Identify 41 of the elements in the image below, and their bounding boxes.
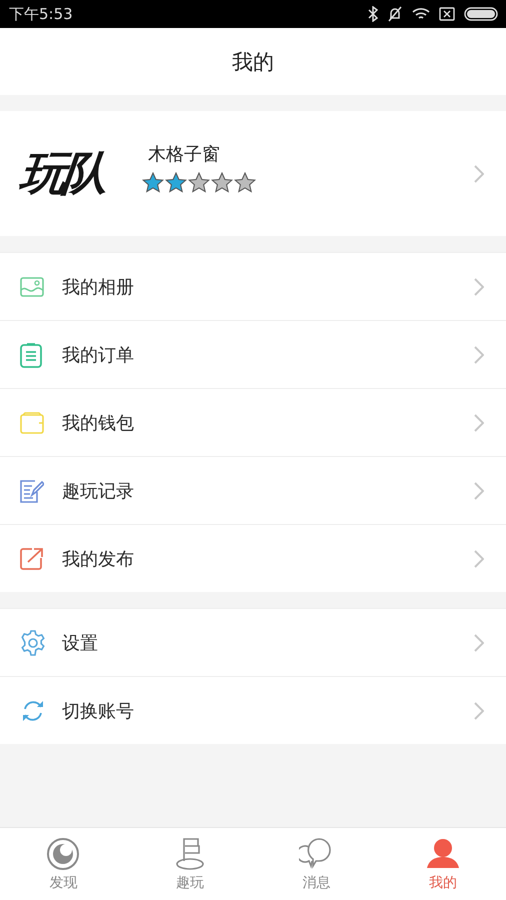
clipboard-icon <box>20 342 42 368</box>
menu-item[interactable]: 切换账号 <box>0 676 506 744</box>
picture-frame-icon <box>20 276 44 296</box>
filled-star-icon <box>165 172 187 193</box>
wifi-icon <box>412 7 430 21</box>
chevron-right-icon <box>474 482 484 500</box>
no-sim-icon <box>439 7 455 21</box>
chevron-right-icon <box>474 634 484 652</box>
chevron-right-icon <box>474 414 484 432</box>
chevron-right-icon <box>474 346 484 364</box>
user-name: 木格子窗 <box>147 143 221 166</box>
menu-item[interactable]: 我的发布 <box>0 524 506 592</box>
filled-star-icon <box>142 172 164 193</box>
menu-item[interactable]: 我的订单 <box>0 320 506 388</box>
eye-icon <box>46 836 80 870</box>
tab[interactable]: 我的 <box>380 828 506 900</box>
tab[interactable]: 消息 <box>253 828 380 900</box>
chevron-right-icon <box>474 164 484 182</box>
refresh-icon <box>20 700 46 722</box>
share-icon <box>20 546 44 570</box>
menu-item[interactable]: 设置 <box>0 608 506 676</box>
avatar-logo: 玩队 <box>16 144 108 202</box>
page-title: 我的 <box>232 48 274 76</box>
chevron-right-icon <box>474 278 484 296</box>
flag-icon <box>174 836 205 870</box>
muted-bell-icon <box>387 6 403 22</box>
settings-icon <box>20 630 46 656</box>
tab[interactable]: 发现 <box>0 828 126 900</box>
status-time: 下午5:53 <box>9 4 73 24</box>
chevron-right-icon <box>474 702 484 720</box>
tab[interactable]: 趣玩 <box>126 828 253 900</box>
menu-item[interactable]: 趣玩记录 <box>0 456 506 524</box>
edit-document-icon <box>20 478 44 502</box>
chat-bubbles-icon <box>299 836 334 870</box>
wallet-icon <box>20 412 44 434</box>
bluetooth-icon <box>368 6 378 22</box>
menu-item[interactable]: 我的相册 <box>0 252 506 320</box>
battery-icon <box>464 7 498 21</box>
person-icon <box>426 836 460 870</box>
menu-item[interactable]: 我的钱包 <box>0 388 506 456</box>
chevron-right-icon <box>474 550 484 568</box>
